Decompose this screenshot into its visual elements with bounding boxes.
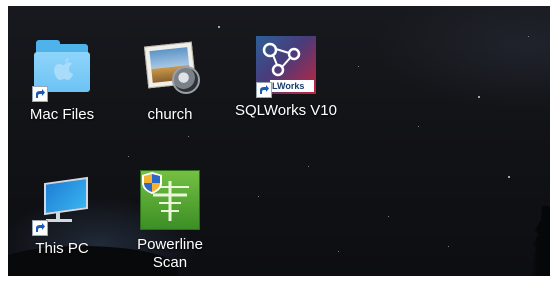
sqlworks-icon: LWorks xyxy=(254,36,318,98)
desktop: Mac Files church LWorks SQLWorks V10 Thi… xyxy=(8,6,550,276)
desktop-icon-sqlworks[interactable]: LWorks SQLWorks V10 xyxy=(232,36,340,120)
icon-label-church: church xyxy=(147,106,193,123)
powerline-icon xyxy=(138,170,202,230)
shield-icon xyxy=(142,172,162,194)
desktop-icon-powerline-scan[interactable]: Powerline Scan xyxy=(124,170,216,272)
icon-label-mac-files: Mac Files xyxy=(29,106,95,123)
shortcut-arrow-icon xyxy=(32,220,48,236)
icon-label-powerline-scan: Powerline Scan xyxy=(137,236,203,271)
desktop-icon-mac-files[interactable]: Mac Files xyxy=(16,40,108,124)
desktop-icon-church[interactable]: church xyxy=(124,40,216,124)
icon-label-this-pc: This PC xyxy=(35,240,89,257)
desktop-icon-this-pc[interactable]: This PC xyxy=(16,174,108,258)
folder-icon xyxy=(30,40,94,102)
sqlworks-badge-text: LWorks xyxy=(270,80,314,92)
computer-icon xyxy=(30,174,94,236)
icon-label-sqlworks: SQLWorks V10 xyxy=(235,102,337,119)
shortcut-arrow-icon xyxy=(256,82,272,98)
shortcut-arrow-icon xyxy=(32,86,48,102)
photo-icon xyxy=(138,40,202,100)
